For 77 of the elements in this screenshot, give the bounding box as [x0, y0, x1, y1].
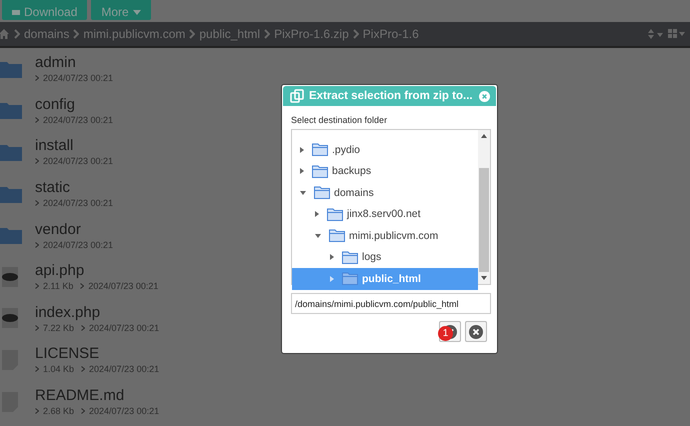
- close-icon: [469, 324, 483, 338]
- folder-icon: [312, 143, 328, 156]
- scrollbar[interactable]: [478, 130, 490, 284]
- file-name[interactable]: config: [35, 96, 116, 113]
- file-name[interactable]: api.php: [35, 262, 162, 280]
- chevron-icon: [81, 408, 86, 414]
- file-date: 2024/07/23 00:21: [88, 281, 158, 292]
- tree-item[interactable]: logs: [292, 246, 478, 268]
- tree-item[interactable]: public_html: [292, 268, 478, 290]
- cancel-button[interactable]: [465, 321, 487, 342]
- chevron-icon: [35, 116, 39, 123]
- chevron-icon: [81, 366, 86, 372]
- folder-icon: [314, 186, 330, 200]
- close-icon[interactable]: [479, 90, 490, 102]
- chevron-icon: [35, 75, 39, 82]
- file-date: 2024/07/23 00:21: [43, 240, 114, 250]
- folder-icon: [312, 164, 328, 178]
- chevron-icon: [35, 158, 39, 164]
- folder-icon: [342, 272, 358, 286]
- file-name[interactable]: admin: [35, 54, 116, 72]
- file-name[interactable]: vendor: [35, 220, 116, 238]
- toolbar-button[interactable]: More: [91, 0, 151, 20]
- chevron-icon: [35, 324, 39, 331]
- folder-icon: [327, 208, 343, 221]
- caret-icon: [132, 10, 141, 14]
- folder-icon: [329, 229, 345, 242]
- chevron-icon: [264, 29, 270, 39]
- file-date: 2024/07/23 00:21: [43, 156, 114, 166]
- file-size: 1.04 Kb: [43, 364, 74, 374]
- chevron-icon: [352, 29, 359, 39]
- breadcrumb-item[interactable]: PixPro-1.6.zip: [274, 27, 349, 41]
- file-date: 2024/07/23 00:21: [89, 364, 160, 374]
- file-name[interactable]: index.php: [35, 304, 162, 321]
- tree-item[interactable]: domains: [292, 182, 478, 204]
- chevron-icon: [35, 366, 39, 372]
- breadcrumb-item[interactable]: PixPro-1.6: [362, 27, 419, 41]
- file-date: 2024/07/23 00:21: [89, 322, 160, 333]
- file-date: 2024/07/23 00:21: [43, 114, 114, 125]
- tree-item[interactable]: .pydio: [292, 139, 478, 160]
- file-size: 2.68 Kb: [43, 406, 74, 416]
- file-name[interactable]: install: [35, 137, 116, 154]
- sort-icon[interactable]: [648, 29, 664, 39]
- file-name[interactable]: static: [35, 179, 116, 196]
- copy-icon: [290, 89, 304, 103]
- chevron-icon: [81, 324, 86, 331]
- file-date: 2024/07/23 00:21: [89, 406, 160, 416]
- folder-icon: [0, 225, 22, 246]
- tree-item[interactable]: backups: [292, 160, 478, 182]
- chevron-icon: [73, 29, 80, 39]
- file-date: 2024/07/23 00:21: [43, 198, 114, 208]
- chevron-icon: [189, 29, 196, 39]
- scroll-down-icon[interactable]: [481, 276, 487, 280]
- file-size: 2.11 Kb: [43, 281, 74, 292]
- chevron-icon: [35, 200, 39, 206]
- path-field[interactable]: /domains/mimi.publicvm.com/public_html: [291, 293, 491, 314]
- tree-item[interactable]: jinx8.serv00.net: [292, 204, 478, 225]
- breadcrumb-item[interactable]: mimi.publicvm.com: [83, 27, 186, 41]
- grid-view-icon[interactable]: [668, 29, 686, 39]
- field-label: Select destination folder: [291, 115, 388, 125]
- chevron-icon: [35, 242, 39, 248]
- folder-icon: [0, 100, 22, 120]
- toolbar-button[interactable]: Download: [2, 0, 88, 20]
- file-name[interactable]: README.md: [35, 387, 162, 404]
- dialog-title: Extract selection from zip to...: [309, 90, 474, 102]
- folder-icon: [342, 250, 358, 264]
- chevron-icon: [35, 283, 39, 290]
- file-date: 2024/07/23 00:21: [43, 73, 114, 84]
- file-size: 7.22 Kb: [43, 322, 74, 333]
- chevron-icon: [14, 29, 20, 39]
- breadcrumb-item[interactable]: public_html: [199, 27, 260, 41]
- scroll-up-icon[interactable]: [481, 134, 487, 138]
- tree-item[interactable]: mimi.publicvm.com: [292, 225, 478, 246]
- chevron-icon: [35, 408, 39, 414]
- home-icon[interactable]: [0, 28, 10, 40]
- file-name[interactable]: LICENSE: [35, 345, 162, 362]
- chevron-icon: [80, 283, 84, 290]
- breadcrumb-item[interactable]: domains: [24, 27, 70, 41]
